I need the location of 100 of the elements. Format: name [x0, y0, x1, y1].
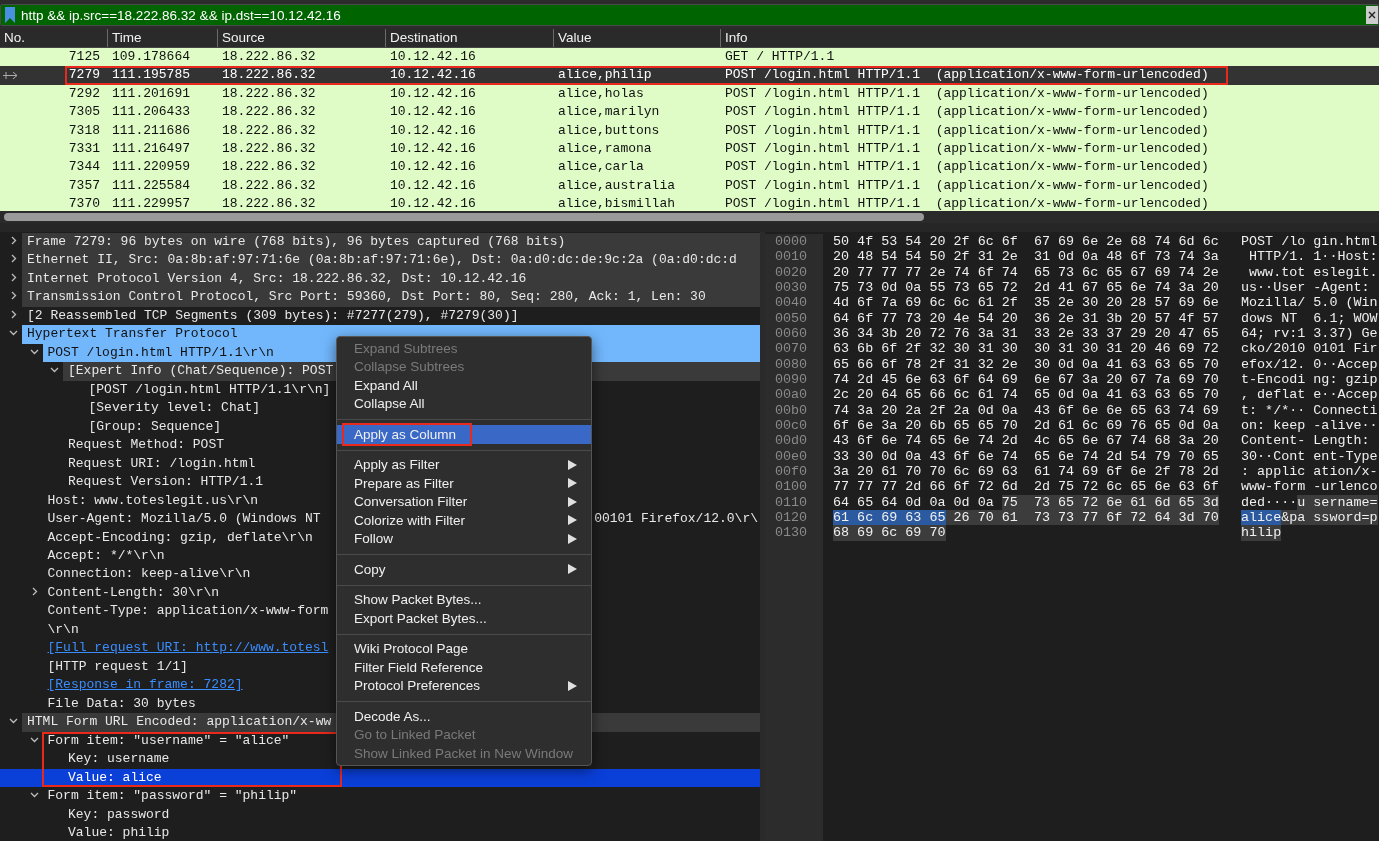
table-cell-text: 111.201691	[111, 84, 191, 103]
hex-bytes[interactable]: 50 4f 53 54 20 2f 6c 6f 67 69 6e 2e 68 74 6d 6c	[833, 234, 1219, 250]
table-cell-text: 18.222.86.32	[221, 158, 317, 177]
chevron-down-icon[interactable]	[50, 365, 59, 375]
ascii-text[interactable]: dows NT 6.1; WOW	[1241, 310, 1378, 326]
tree-item-text: [Group: Sequence]	[87, 417, 223, 436]
column-header[interactable]: No.	[0, 29, 107, 47]
ascii-text[interactable]: POST /lo gin.html	[1241, 234, 1378, 250]
tree-item-text: \r\n	[46, 620, 80, 639]
ascii-text[interactable]: us··User -Agent:	[1241, 280, 1370, 296]
hex-bytes[interactable]: 63 6b 6f 2f 32 30 31 30 30 31 30 31 20 46 69 72	[833, 341, 1219, 357]
link[interactable]: [Response in frame: 7282]	[42, 676, 246, 695]
hex-bytes[interactable]: 20 77 77 77 2e 74 6f 74 65 73 6c 65 67 69 74 2e	[833, 264, 1219, 280]
menu-item[interactable]: Colorize with Filter	[337, 511, 591, 530]
ascii-text[interactable]: t-Encodi ng: gzip	[1241, 371, 1378, 388]
chevron-down-icon[interactable]	[9, 328, 18, 338]
packet-row[interactable]: 7279 111.195785 18.222.86.32 10.12.42.16 alice,philip POST /login.html HTTP/1.1 (application/x-www-form-urlencoded)	[0, 66, 1379, 85]
hex-bytes[interactable]: 74 2d 45 6e 63 6f 64 69 6e 67 3a 20 67 7a 69 70	[833, 371, 1219, 388]
hex-bytes[interactable]: 33 30 0d 0a 43 6f 6e 74 65 6e 74 2d 54 79 70 65	[833, 448, 1219, 464]
table-cell-text: 7357	[67, 176, 101, 195]
hex-bytes[interactable]: 68 69 6c 69 70	[833, 525, 946, 541]
ascii-text[interactable]: t: */*·· Connecti	[1241, 402, 1378, 418]
byte-offset: 0040	[775, 295, 809, 311]
table-cell-text: 10.12.42.16	[389, 48, 477, 66]
menu-item[interactable]: Export Packet Bytes...	[337, 609, 591, 628]
byte-offset: 0020	[775, 264, 809, 280]
menu-item[interactable]: Conversation Filter	[337, 492, 591, 511]
ascii-text[interactable]: www-form -urlenco	[1241, 479, 1378, 495]
hex-bytes[interactable]: 36 34 3b 20 72 76 3a 31 33 2e 33 37 29 20 47 65	[833, 325, 1219, 342]
column-header[interactable]: Value	[553, 29, 720, 47]
hex-bytes[interactable]: 61 6c 69 63 65	[833, 509, 946, 526]
byte-offset: 00c0	[775, 417, 809, 434]
ascii-text[interactable]: 30··Cont ent-Type	[1241, 448, 1378, 464]
ascii-text[interactable]: cko/2010 0101 Fir	[1241, 341, 1378, 357]
ascii-text[interactable]: Mozilla/ 5.0 (Win	[1241, 295, 1378, 311]
hex-bytes[interactable]: 64 6f 77 73 20 4e 54 20 36 2e 31 3b 20 57 4f 57	[833, 310, 1219, 326]
column-header[interactable]: Time	[107, 29, 217, 47]
hex-bytes[interactable]: 20 48 54 54 50 2f 31 2e 31 0d 0a 48 6f 73 74 3a	[833, 249, 1219, 265]
ascii-text[interactable]: Content- Length:	[1241, 433, 1370, 449]
hex-bytes[interactable]: 3a 20 61 70 70 6c 69 63 61 74 69 6f 6e 2f 78 2d	[833, 463, 1219, 480]
tree-item-text: Form item: "password" = "philip"	[46, 787, 299, 806]
menu-item[interactable]: Wiki Protocol Page	[337, 639, 591, 658]
ascii-text[interactable]: HTTP/1. 1··Host:	[1241, 249, 1378, 265]
table-cell-text: POST /login.html HTTP/1.1 (application/x-www-form-urlencoded)	[724, 176, 1210, 195]
hex-bytes[interactable]: 74 3a 20 2a 2f 2a 0d 0a 43 6f 6e 6e 65 63 74 69	[833, 402, 1219, 418]
table-cell-text: alice,holas	[557, 84, 645, 103]
menu-item[interactable]: Apply as Column	[337, 425, 591, 444]
byte-offset: 0120	[775, 509, 809, 526]
hex-bytes[interactable]: 77 77 77 2d 66 6f 72 6d 2d 75 72 6c 65 6e 63 6f	[833, 479, 1219, 495]
ascii-text[interactable]: www.tot eslegit.	[1241, 264, 1378, 280]
table-cell-text: POST /login.html HTTP/1.1 (application/x-www-form-urlencoded)	[724, 158, 1210, 177]
link[interactable]: [Full request URI: http://www.totesl	[42, 639, 332, 658]
tree-item-text: Hypertext Transfer Protocol	[22, 325, 241, 344]
menu-item[interactable]: Prepare as Filter	[337, 474, 591, 493]
table-cell-text: 18.222.86.32	[221, 84, 317, 103]
table-cell: 7279	[0, 66, 107, 85]
ascii-text[interactable]: : applic ation/x-	[1241, 463, 1378, 480]
column-header[interactable]: Destination	[385, 29, 553, 47]
hex-bytes[interactable]: 43 6f 6e 74 65 6e 74 2d 4c 65 6e 67 74 68 3a 20	[833, 433, 1219, 449]
menu-item[interactable]: Follow	[337, 529, 591, 548]
hex-bytes[interactable]: 2c 20 64 65 66 6c 61 74 65 0d 0a 41 63 63 65 70	[833, 387, 1219, 403]
table-cell-text: POST /login.html HTTP/1.1 (application/x-www-form-urlencoded)	[724, 84, 1210, 103]
table-cell-text: alice,carla	[557, 158, 645, 177]
ascii-text[interactable]: , deflat e··Accep	[1241, 387, 1378, 403]
hex-bytes[interactable]: 65 66 6f 78 2f 31 32 2e 30 0d 0a 41 63 63 65 70	[833, 356, 1219, 372]
close-icon	[1368, 11, 1376, 19]
column-header[interactable]: Info	[720, 29, 1379, 47]
ascii-text[interactable]: 64; rv:1 3.37) Ge	[1241, 325, 1378, 342]
display-filter-field[interactable]: http && ip.src==18.222.86.32 && ip.dst==10.12.42.16	[0, 4, 1379, 26]
ascii-text[interactable]: alice	[1241, 509, 1282, 526]
hex-bytes[interactable]: 64 65 64 0d 0a 0d 0a	[833, 494, 1002, 510]
menu-item[interactable]: Filter Field Reference	[337, 658, 591, 677]
menu-item[interactable]: Apply as Filter	[337, 455, 591, 474]
tree-item-text: Form item: "username" = "alice"	[46, 731, 291, 750]
menu-item[interactable]: Protocol Preferences	[337, 676, 591, 695]
hex-bytes[interactable]: 6f 6e 3a 20 6b 65 65 70 2d 61 6c 69 76 65 0d 0a	[833, 417, 1219, 434]
menu-item[interactable]: Expand All	[337, 376, 591, 395]
horizontal-scrollbar[interactable]	[0, 211, 1379, 223]
menu-item[interactable]: Show Packet Bytes...	[337, 590, 591, 609]
table-cell-text: 7370	[67, 195, 101, 211]
menu-item[interactable]: Copy	[337, 560, 591, 579]
ascii-text[interactable]: efox/12. 0··Accep	[1241, 356, 1378, 372]
ascii-text[interactable]: ded····	[1241, 494, 1298, 510]
clear-button[interactable]	[1366, 6, 1378, 24]
column-header[interactable]: Source	[217, 29, 385, 47]
table-cell-text: 10.12.42.16	[389, 66, 477, 85]
ascii-text[interactable]: hilip	[1241, 525, 1282, 541]
hex-bytes[interactable]: 75 73 65 72 6e 61 6d 65 3d	[1001, 494, 1219, 510]
hex-bytes[interactable]: 4d 6f 7a 69 6c 6c 61 2f 35 2e 30 20 28 57 69 6e	[833, 295, 1219, 311]
menu-item[interactable]: Decode As...	[337, 707, 591, 726]
menu-item[interactable]: Collapse All	[337, 394, 591, 413]
byte-offset: 0030	[775, 280, 809, 296]
ascii-text[interactable]: u sername=	[1297, 494, 1378, 510]
tree-item-text: File Data: 30 bytes	[46, 694, 197, 713]
ascii-text[interactable]: on: keep -alive··	[1241, 417, 1378, 434]
tree-item-text: [POST /login.html HTTP/1.1\r\n]	[87, 380, 332, 399]
table-cell-text: 7292	[67, 84, 101, 103]
chevron-down-icon[interactable]	[29, 790, 39, 800]
chevron-down-icon[interactable]	[9, 716, 18, 726]
hex-bytes[interactable]: 75 73 0d 0a 55 73 65 72 2d 41 67 65 6e 74 3a 20	[833, 280, 1219, 296]
